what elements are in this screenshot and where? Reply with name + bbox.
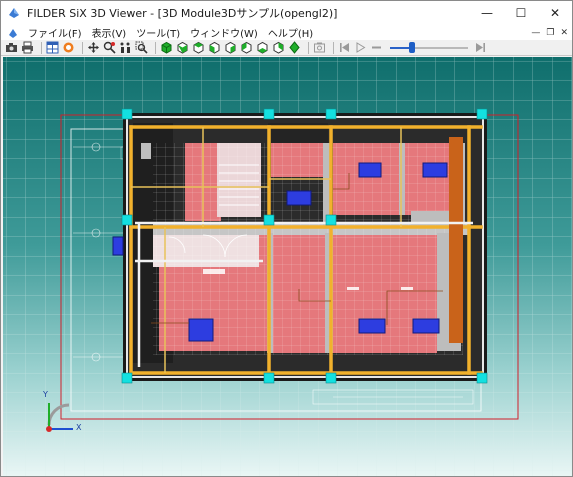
- stop-icon: [372, 46, 381, 49]
- view-right-button[interactable]: [224, 41, 237, 54]
- close-button[interactable]: ✕: [538, 1, 572, 25]
- view-iso-button[interactable]: [272, 41, 285, 54]
- skip-forward-button[interactable]: [474, 41, 487, 54]
- print-button[interactable]: [21, 41, 34, 54]
- title-bar: FILDER SiX 3D Viewer - [3D Module3Dサンプル(…: [1, 1, 572, 25]
- menu-view[interactable]: 表示(V): [87, 25, 132, 40]
- toolbar-separator: [41, 41, 42, 54]
- document-icon[interactable]: [7, 27, 19, 39]
- zoom-window-button[interactable]: [135, 41, 148, 54]
- toolbar-separator: [333, 41, 334, 54]
- skip-back-icon: [340, 43, 349, 52]
- menu-tools[interactable]: ツール(T): [131, 25, 185, 40]
- toolbar-separator: [308, 41, 309, 54]
- ac-unit: [412, 318, 440, 334]
- menu-file[interactable]: ファイル(F): [23, 25, 87, 40]
- skip-forward-icon: [476, 43, 485, 52]
- floor-plan-scene: [3, 57, 572, 476]
- cube-front-icon: [177, 41, 188, 54]
- skip-back-button[interactable]: [338, 41, 351, 54]
- viewer-window: FILDER SiX 3D Viewer - [3D Module3Dサンプル(…: [0, 0, 573, 477]
- zoom-target-button[interactable]: [103, 41, 116, 54]
- view-cube-button[interactable]: [160, 41, 173, 54]
- zoom-window-icon: [135, 41, 148, 54]
- stop-button[interactable]: [370, 41, 383, 54]
- play-icon: [356, 42, 366, 53]
- window-title: FILDER SiX 3D Viewer - [3D Module3Dサンプル(…: [27, 7, 338, 20]
- ac-unit: [358, 162, 382, 178]
- slider-thumb[interactable]: [409, 42, 415, 53]
- walk-icon: [120, 42, 130, 53]
- toolbar-separator: [82, 41, 83, 54]
- perspective-button[interactable]: [288, 41, 301, 54]
- render-button[interactable]: [62, 41, 75, 54]
- cube-top-icon: [193, 41, 204, 54]
- grid-layout-icon: [46, 41, 59, 54]
- camera-button[interactable]: [5, 41, 18, 54]
- ac-unit: [422, 162, 448, 178]
- mdi-minimize-button[interactable]: —: [531, 28, 540, 38]
- app-icon: [9, 8, 19, 18]
- 3d-viewport[interactable]: Y X: [3, 57, 572, 476]
- mdi-restore-button[interactable]: ❐: [546, 28, 554, 38]
- layout-button[interactable]: [46, 41, 59, 54]
- target-zoom-icon: [103, 41, 116, 54]
- green-diamond-icon: [289, 41, 300, 54]
- walk-button[interactable]: [119, 41, 132, 54]
- mdi-close-button[interactable]: ✕: [560, 28, 568, 38]
- view-front-button[interactable]: [176, 41, 189, 54]
- mdi-controls: — ❐ ✕: [531, 25, 568, 40]
- side-wall-orange: [449, 137, 463, 343]
- window-controls: — ☐ ✕: [470, 1, 572, 25]
- pan-button[interactable]: [87, 41, 100, 54]
- ac-unit: [358, 318, 386, 334]
- menu-help[interactable]: ヘルプ(H): [263, 25, 318, 40]
- pan-arrows-icon: [88, 42, 99, 53]
- capture-icon: [314, 42, 325, 53]
- maximize-button[interactable]: ☐: [504, 1, 538, 25]
- render-icon: [63, 42, 74, 53]
- minimize-button[interactable]: —: [470, 1, 504, 25]
- view-left-button[interactable]: [208, 41, 221, 54]
- cube-iso-icon: [273, 41, 284, 54]
- view-bottom-button[interactable]: [256, 41, 269, 54]
- cube-bottom-icon: [257, 41, 268, 54]
- ac-unit: [188, 318, 214, 342]
- print-icon: [22, 41, 33, 54]
- zoom-slider[interactable]: [390, 41, 468, 54]
- menu-window[interactable]: ウィンドウ(W): [185, 25, 263, 40]
- ac-unit: [286, 190, 312, 206]
- axis-x-label: X: [76, 423, 82, 432]
- play-button[interactable]: [354, 41, 367, 54]
- toolbar: [1, 40, 572, 56]
- camera-icon: [6, 43, 17, 52]
- cube-right-icon: [225, 41, 236, 54]
- toolbar-separator: [155, 41, 156, 54]
- view-top-button[interactable]: [192, 41, 205, 54]
- cube-left-icon: [209, 41, 220, 54]
- cube-back-icon: [241, 41, 252, 54]
- capture-button[interactable]: [313, 41, 326, 54]
- green-cube-icon: [161, 41, 172, 54]
- menu-bar: ファイル(F) 表示(V) ツール(T) ウィンドウ(W) ヘルプ(H) — ❐…: [1, 25, 572, 40]
- axis-y-label: Y: [43, 390, 48, 399]
- ac-unit: [112, 236, 124, 256]
- view-back-button[interactable]: [240, 41, 253, 54]
